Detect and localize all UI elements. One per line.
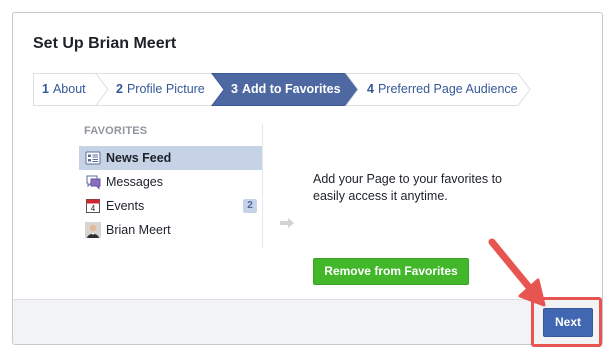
next-button[interactable]: Next: [543, 308, 593, 337]
step-preferred-page-audience[interactable]: 4 Preferred Page Audience: [367, 73, 518, 106]
favorites-item-label: Messages: [106, 175, 163, 189]
favorites-item-news-feed[interactable]: News Feed: [79, 146, 262, 170]
setup-dialog: Set Up Brian Meert 1 About 2 Profile Pictu…: [12, 12, 603, 345]
step-progress: 1 About 2 Profile Picture 3 Add to Favorite…: [33, 73, 531, 106]
favorites-item-messages[interactable]: Messages: [79, 170, 262, 194]
dialog-title: Set Up Brian Meert: [33, 35, 177, 52]
arrow-right-icon: [279, 216, 295, 234]
news-feed-icon: [85, 150, 101, 166]
remove-from-favorites-button[interactable]: Remove from Favorites: [313, 258, 469, 285]
step-about[interactable]: 1 About: [42, 73, 86, 106]
step-add-to-favorites[interactable]: 3 Add to Favorites: [231, 73, 341, 106]
favorites-heading: FAVORITES: [84, 125, 148, 137]
svg-text:4: 4: [91, 204, 96, 213]
vertical-divider: [262, 124, 263, 248]
favorites-description: Add your Page to your favorites to easil…: [313, 172, 502, 203]
favorites-item-label: News Feed: [106, 151, 172, 165]
step-profile-picture[interactable]: 2 Profile Picture: [116, 73, 205, 106]
favorites-item-page[interactable]: Brian Meert: [79, 218, 262, 242]
messages-icon: [85, 174, 101, 190]
favorites-item-label: Brian Meert: [106, 223, 171, 237]
profile-avatar-icon: [85, 222, 101, 238]
favorites-item-events[interactable]: 4 Events 2: [79, 194, 262, 218]
events-icon: 4: [85, 198, 101, 214]
dialog-footer: [13, 299, 602, 344]
favorites-item-label: Events: [106, 199, 145, 213]
events-count-badge: 2: [243, 199, 257, 213]
